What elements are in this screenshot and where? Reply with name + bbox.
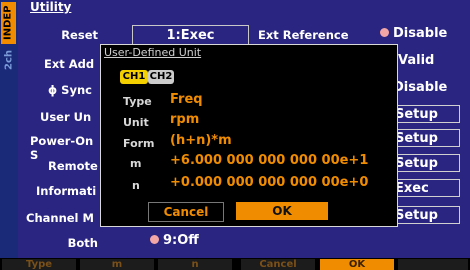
user-unit-label: User Un	[40, 110, 92, 124]
channel-mode-label: Channel M	[26, 211, 94, 225]
reset-label: Reset	[61, 28, 98, 42]
softkey-n[interactable]: n	[158, 259, 232, 270]
softkey-type[interactable]: Type	[2, 259, 76, 270]
valid-status: Valid	[398, 53, 435, 68]
dialog-title: User-Defined Unit	[104, 46, 202, 59]
ext-reference-label: Ext Reference	[258, 28, 349, 42]
m-field-label: m	[130, 157, 142, 170]
remote-label: Remote	[48, 159, 98, 173]
tab-ch1[interactable]: CH1	[120, 70, 148, 84]
type-field-label: Type	[123, 95, 152, 108]
softkey-m[interactable]: m	[80, 259, 154, 270]
unit-field-label: Unit	[123, 116, 149, 129]
ext-reference-value[interactable]: Disable	[380, 26, 447, 41]
dialog-ok-button[interactable]: OK	[236, 202, 328, 220]
ext-reference-value-text: Disable	[393, 26, 448, 41]
indicator-dot-icon	[380, 28, 389, 37]
m-field-value[interactable]: +6.000 000 000 000 00e+1	[170, 153, 368, 168]
tab-ch2[interactable]: CH2	[148, 70, 174, 84]
softkey-ok[interactable]: OK	[320, 259, 394, 270]
softkey-cancel[interactable]: Cancel	[241, 259, 315, 270]
phi-sync-label: ϕ Sync	[48, 83, 92, 97]
ext-add-label: Ext Add	[44, 57, 95, 71]
page-title: Utility	[30, 0, 72, 14]
both-label: Both	[67, 236, 98, 250]
information-label: Informati	[36, 184, 97, 198]
sync-value-text: Disable	[393, 80, 448, 95]
form-field-label: Form	[123, 137, 155, 150]
channel-count-label: 2ch	[3, 50, 15, 71]
n-field-label: n	[132, 179, 140, 192]
power-on-label: Power-On S	[30, 134, 94, 162]
n-field-value[interactable]: +0.000 000 000 000 00e+0	[170, 175, 368, 190]
form-field-value[interactable]: (h+n)*m	[170, 133, 232, 148]
type-field-value[interactable]: Freq	[170, 92, 203, 107]
softkey-blank[interactable]	[398, 259, 468, 270]
unit-field-value[interactable]: rpm	[170, 112, 199, 127]
both-value-text: 9:Off	[163, 233, 199, 248]
indep-badge: INDEP	[1, 2, 16, 44]
indicator-dot-icon	[150, 235, 159, 244]
both-value[interactable]: 9:Off	[150, 233, 199, 248]
dialog-cancel-button[interactable]: Cancel	[148, 202, 224, 222]
